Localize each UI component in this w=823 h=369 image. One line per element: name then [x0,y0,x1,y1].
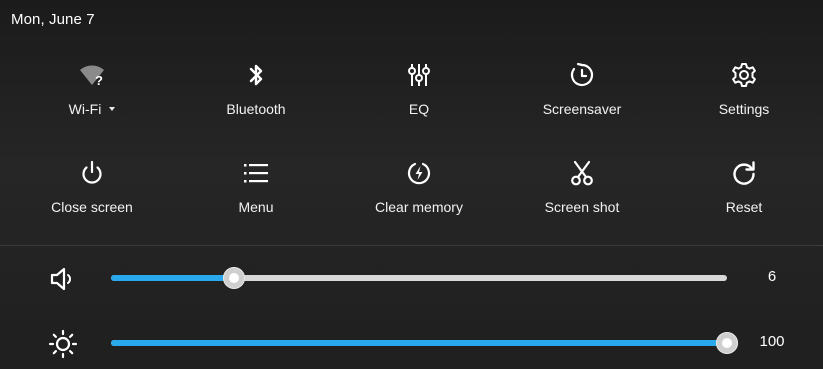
settings-tile[interactable]: Settings [674,60,814,138]
section-divider [0,245,823,246]
reset-tile[interactable]: Reset [674,158,814,236]
brightness-slider-row: 100 [0,323,823,363]
screensaver-tile[interactable]: Screensaver [512,60,652,138]
eq-tile[interactable]: EQ [349,60,489,138]
lightning-circle-icon [404,158,434,188]
wifi-tile[interactable]: ? Wi-Fi [22,60,162,138]
menu-tile[interactable]: Menu [186,158,326,236]
volume-slider[interactable] [111,267,727,289]
volume-slider-row: 6 [0,258,823,298]
power-icon [77,158,107,188]
settings-label: Settings [718,101,770,117]
equalizer-icon [404,60,434,90]
brightness-value: 100 [759,333,785,350]
svg-text:?: ? [95,73,103,88]
screen-shot-label: Screen shot [544,199,620,215]
volume-slider-thumb[interactable] [223,267,245,289]
sun-icon[interactable] [48,329,78,359]
brightness-slider-fill [111,340,727,346]
close-screen-tile[interactable]: Close screen [22,158,162,236]
volume-value: 6 [767,268,777,285]
timer-icon [567,60,597,90]
menu-label: Menu [238,199,274,215]
screensaver-label: Screensaver [542,101,622,117]
bluetooth-label: Bluetooth [226,101,286,117]
wifi-unknown-icon: ? [77,60,107,90]
clear-memory-tile[interactable]: Clear memory [349,158,489,236]
screen-shot-tile[interactable]: Screen shot [512,158,652,236]
eq-label: EQ [408,101,430,117]
quick-settings-panel: Mon, June 7 ? Wi-Fi Bluetooth EQ Screens… [0,0,823,369]
brightness-slider[interactable] [111,332,738,354]
gear-icon [729,60,759,90]
scissors-icon [567,158,597,188]
brightness-slider-thumb[interactable] [716,332,738,354]
refresh-icon [729,158,759,188]
chevron-down-icon[interactable] [109,107,116,111]
clear-memory-label: Clear memory [375,199,463,215]
date-text: Mon, June 7 [11,11,95,28]
bluetooth-tile[interactable]: Bluetooth [186,60,326,138]
volume-slider-fill [111,275,234,281]
close-screen-label: Close screen [51,199,133,215]
bluetooth-icon [241,60,271,90]
list-icon [241,158,271,188]
speaker-icon[interactable] [48,264,78,294]
wifi-label: Wi-Fi [68,101,102,117]
reset-label: Reset [725,199,763,215]
